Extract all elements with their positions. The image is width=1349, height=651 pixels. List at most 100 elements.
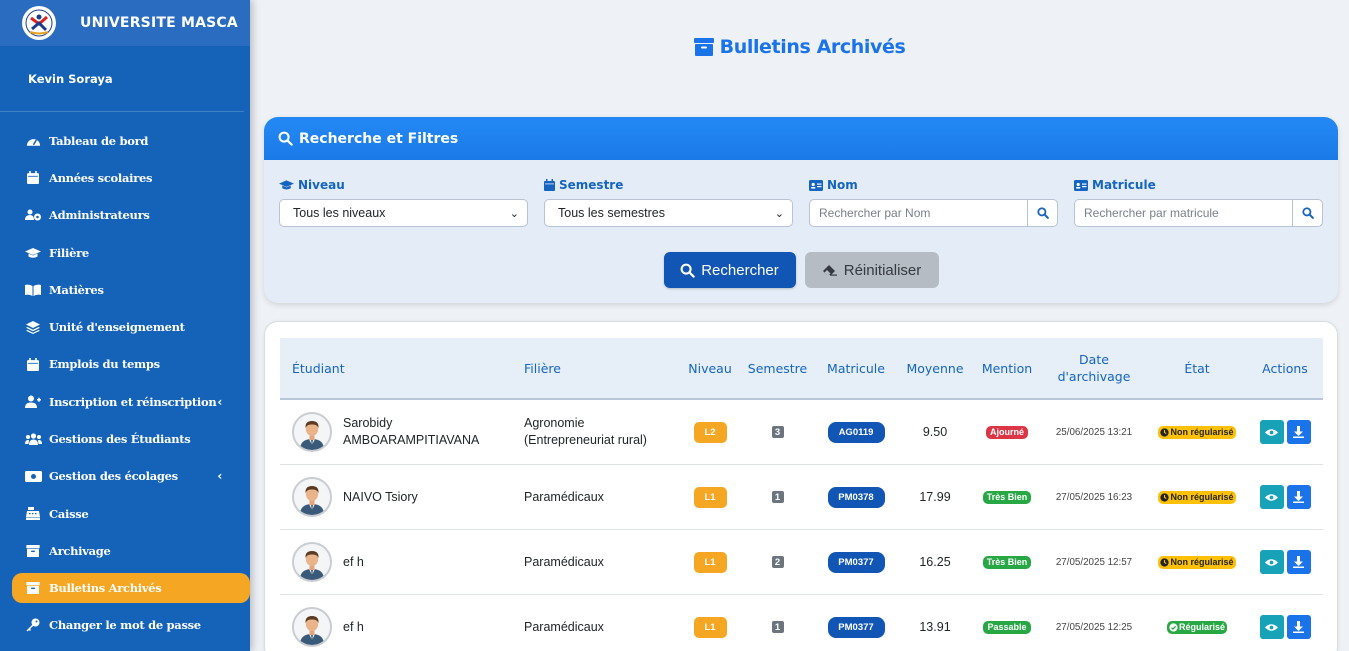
bulletins-table: Étudiant Filière Niveau Semestre Matricu… bbox=[264, 321, 1338, 651]
chevron-down-icon: ⌄ bbox=[774, 207, 784, 220]
nom-search-group: Rechercher par Nom bbox=[809, 199, 1058, 227]
view-button[interactable] bbox=[1259, 420, 1284, 444]
view-button[interactable] bbox=[1259, 615, 1284, 639]
archive-date: 25/06/2025 13:21 bbox=[1055, 426, 1133, 438]
avatar bbox=[292, 477, 332, 517]
col-actions: Actions bbox=[1262, 360, 1308, 376]
mention-cell: Très Bien bbox=[974, 530, 1040, 594]
niveau-filter: Niveau Tous les niveaux ⌄ bbox=[279, 177, 528, 227]
col-etat[interactable]: État bbox=[1162, 338, 1232, 398]
sidebar-item-matieres[interactable]: Matières bbox=[12, 271, 250, 308]
col-mention[interactable]: Mention bbox=[974, 338, 1040, 398]
graduation-cap-icon bbox=[24, 247, 42, 259]
nom-label: Nom bbox=[809, 177, 1058, 193]
sidebar-item-filiere[interactable]: Filière bbox=[12, 234, 250, 271]
avatar bbox=[292, 542, 332, 582]
cash-register-icon bbox=[24, 507, 42, 521]
download-button[interactable] bbox=[1286, 615, 1311, 639]
col-date-archivage[interactable]: Date d'archivage bbox=[1052, 338, 1136, 398]
mention-badge: Ajourné bbox=[985, 425, 1028, 439]
matricule-search-input[interactable]: Rechercher par matricule bbox=[1074, 199, 1292, 227]
etat-badge: Non régularisé bbox=[1158, 425, 1236, 439]
search-button[interactable]: Rechercher bbox=[663, 252, 796, 288]
sidebar-item-label: Unité d'enseignement bbox=[49, 320, 185, 335]
sidebar-nav: Tableau de bord Années scolaires Administr… bbox=[0, 112, 250, 644]
sidebar-item-tableau-de-bord[interactable]: Tableau de bord bbox=[12, 122, 250, 159]
nom-filter: Nom Rechercher par Nom bbox=[809, 177, 1058, 227]
col-moyenne[interactable]: Moyenne bbox=[900, 338, 970, 398]
semestre-cell: 1 bbox=[745, 465, 810, 529]
niveau-label: Niveau bbox=[279, 177, 528, 193]
reset-button[interactable]: Réinitialiser bbox=[804, 252, 939, 288]
matricule-search-group: Rechercher par matricule bbox=[1074, 199, 1323, 227]
sidebar-item-archivage[interactable]: Archivage bbox=[12, 532, 250, 569]
search-icon bbox=[1036, 207, 1049, 219]
matricule-label: Matricule bbox=[1074, 177, 1323, 193]
niveau-badge: L1 bbox=[693, 551, 727, 573]
sidebar-item-bulletins-archives[interactable]: Bulletins Archivés bbox=[12, 572, 250, 603]
clock-icon bbox=[1160, 427, 1170, 437]
sidebar-item-caisse[interactable]: Caisse bbox=[12, 495, 250, 532]
student-name: Sarobidy AMBOARAMPITIAVANA bbox=[343, 416, 480, 447]
search-icon bbox=[1301, 207, 1314, 219]
filter-card: Recherche et Filtres Niveau Tous les niv… bbox=[264, 117, 1338, 303]
download-button[interactable] bbox=[1286, 550, 1311, 574]
table-header: Étudiant Filière Niveau Semestre Matricu… bbox=[280, 338, 1323, 400]
calendar-icon bbox=[544, 179, 555, 191]
filiere-cell: Agronomie (Entrepreneuriat rural) bbox=[524, 416, 647, 447]
app-title: UNIVERSITE MASCA bbox=[80, 15, 238, 31]
semestre-select[interactable]: Tous les semestres ⌄ bbox=[544, 199, 793, 227]
sidebar-item-annees-scolaires[interactable]: Années scolaires bbox=[12, 159, 250, 196]
col-semestre[interactable]: Semestre bbox=[745, 338, 810, 398]
table-row: ef h Paramédicaux L1 1 PM0377 13.91 Passable 27… bbox=[280, 595, 1323, 651]
sidebar-item-label: Emplois du temps bbox=[49, 357, 160, 372]
sidebar-item-administrateurs[interactable]: Administrateurs bbox=[12, 197, 250, 234]
sidebar-item-inscription-et-reinscription[interactable]: Inscription et réinscription ‹ bbox=[12, 383, 250, 420]
chevron-down-icon: ⌄ bbox=[509, 207, 519, 220]
sidebar-item-unite-d-enseignement[interactable]: Unité d'enseignement bbox=[12, 308, 250, 345]
col-matricule[interactable]: Matricule bbox=[822, 338, 890, 398]
matricule-filter: Matricule Rechercher par matricule bbox=[1074, 177, 1323, 227]
calendar-icon bbox=[24, 171, 42, 185]
col-etudiant[interactable]: Étudiant bbox=[292, 338, 345, 398]
id-card-icon bbox=[1074, 179, 1088, 191]
col-niveau[interactable]: Niveau bbox=[678, 338, 742, 398]
sidebar: UNIVERSITE MASCA Kevin Soraya Tableau de… bbox=[0, 0, 250, 651]
sidebar-item-emplois-du-temps[interactable]: Emplois du temps bbox=[12, 346, 250, 383]
student-name: ef h bbox=[343, 619, 364, 634]
nom-search-button[interactable] bbox=[1027, 199, 1058, 227]
niveau-select[interactable]: Tous les niveaux ⌄ bbox=[279, 199, 528, 227]
sidebar-item-label: Gestion des écolages bbox=[49, 469, 178, 484]
sidebar-item-changer-le-mot-de-passe[interactable]: Changer le mot de passe bbox=[12, 607, 250, 644]
filter-header: Recherche et Filtres bbox=[264, 117, 1338, 160]
view-button[interactable] bbox=[1259, 550, 1284, 574]
table-row: ef h Paramédicaux L1 2 PM0377 16.25 Très Bien 2… bbox=[280, 530, 1323, 595]
moyenne-cell: 17.99 bbox=[919, 490, 951, 504]
sidebar-item-label: Administrateurs bbox=[49, 208, 150, 223]
col-filiere[interactable]: Filière bbox=[524, 338, 561, 398]
actions-cell bbox=[1258, 530, 1312, 594]
matricule-search-button[interactable] bbox=[1292, 199, 1323, 227]
download-button[interactable] bbox=[1286, 485, 1311, 509]
sidebar-item-label: Bulletins Archivés bbox=[49, 580, 162, 595]
nom-search-input[interactable]: Rechercher par Nom bbox=[809, 199, 1027, 227]
main-content: Bulletins Archivés Recherche et Filtres … bbox=[250, 0, 1349, 651]
sidebar-item-label: Filière bbox=[49, 245, 89, 260]
check-circle-icon bbox=[1169, 622, 1178, 632]
view-button[interactable] bbox=[1259, 485, 1284, 509]
niveau-cell: L1 bbox=[678, 530, 742, 594]
archive-date: 27/05/2025 16:23 bbox=[1055, 491, 1133, 503]
download-button[interactable] bbox=[1286, 420, 1311, 444]
brand-header[interactable]: UNIVERSITE MASCA bbox=[0, 0, 250, 46]
chevron-left-icon: ‹ bbox=[217, 394, 222, 409]
matricule-badge: PM0377 bbox=[827, 616, 885, 638]
sidebar-item-gestions-des-etudiants[interactable]: Gestions des Étudiants bbox=[12, 420, 250, 457]
matricule-cell: AG0119 bbox=[827, 400, 885, 464]
sidebar-item-label: Inscription et réinscription bbox=[49, 394, 217, 409]
archive-icon bbox=[693, 38, 714, 56]
sidebar-item-gestion-des-ecolages[interactable]: Gestion des écolages ‹ bbox=[12, 458, 250, 495]
semestre-cell: 3 bbox=[745, 400, 810, 464]
sidebar-item-label: Années scolaires bbox=[49, 170, 153, 185]
matricule-badge: PM0378 bbox=[827, 486, 885, 508]
archive-date: 27/05/2025 12:25 bbox=[1055, 621, 1133, 633]
